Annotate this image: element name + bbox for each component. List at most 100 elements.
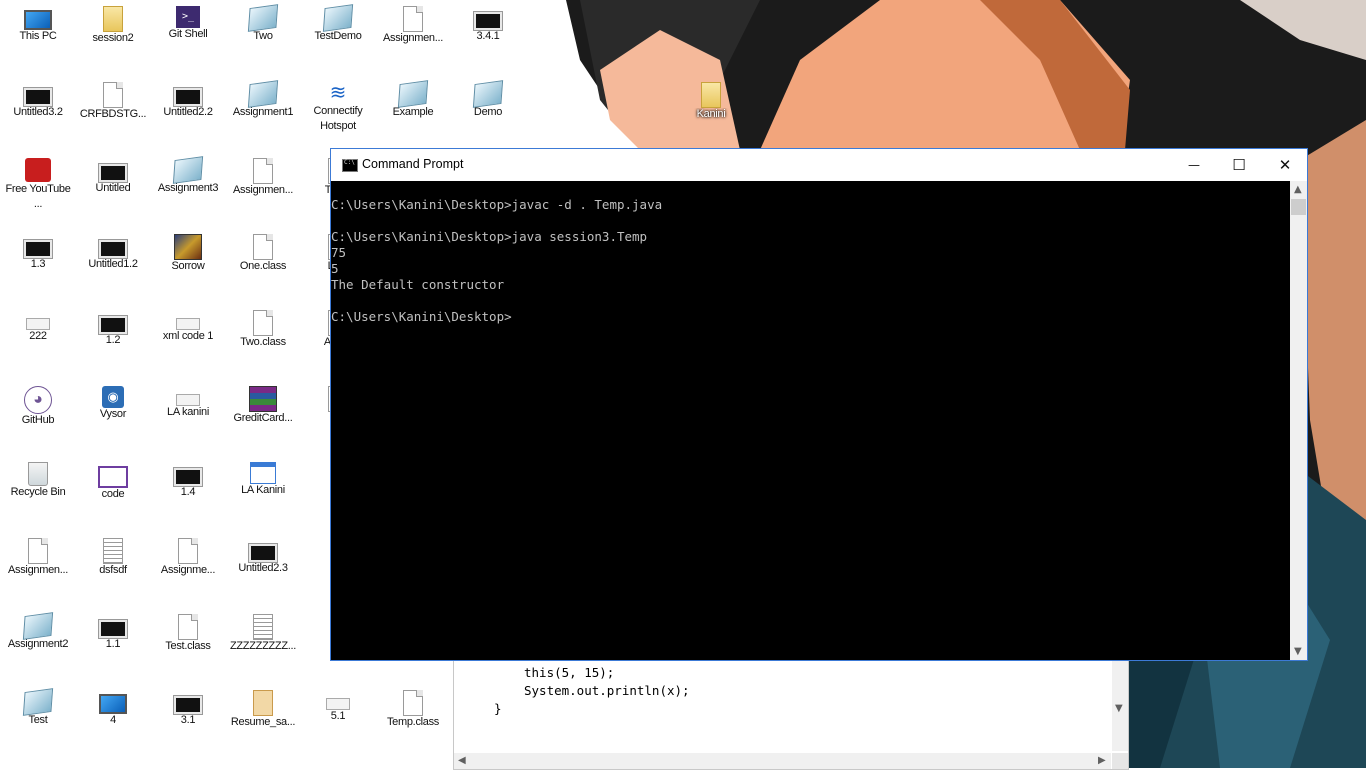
desktop-icon[interactable]: 5.1	[300, 684, 376, 756]
desktop-icon-label: Untitled3.2	[13, 106, 63, 118]
desktop-icon[interactable]: GreditCard...	[225, 380, 301, 452]
desktop-icon[interactable]: Untitled3.2	[0, 76, 76, 148]
minimize-button[interactable]: —	[1171, 149, 1217, 181]
desktop-icon-label: Resume_sa...	[230, 716, 296, 728]
desktop-icon[interactable]: 4	[75, 684, 151, 756]
close-button[interactable]: ✕	[1262, 149, 1308, 181]
desktop-icon-label: 222	[29, 330, 47, 342]
desktop-icon[interactable]: Assignme...	[150, 532, 226, 604]
window-title: Command Prompt	[362, 157, 464, 171]
desktop-icon[interactable]: 222	[0, 304, 76, 376]
desktop-icon[interactable]: One.class	[225, 228, 301, 300]
tv-icon	[25, 158, 51, 182]
desktop-icon[interactable]: Assignmen...	[225, 152, 301, 224]
pdf-icon	[253, 690, 273, 716]
desktop-icon-label: Example	[392, 106, 434, 118]
resize-grip[interactable]	[1112, 753, 1128, 769]
desktop-icon-label: 1.3	[30, 258, 46, 270]
desktop-icon[interactable]: 1.4	[150, 456, 226, 528]
desktop-icon[interactable]: Test	[0, 684, 76, 756]
desktop-icon[interactable]: dsfsdf	[75, 532, 151, 604]
desktop-icon-label: Free YouTube ...	[5, 183, 71, 210]
code-window-icon	[98, 466, 128, 488]
desktop-icon-label: 1.2	[105, 334, 121, 346]
scroll-down-arrow-icon[interactable]: ▼	[1294, 646, 1302, 657]
command-prompt-window[interactable]: Command Prompt — ☐ ✕ C:\Users\Kanini\Des…	[330, 148, 1308, 661]
desktop-icon[interactable]: CRFBDSTG...	[75, 76, 151, 148]
desktop-icon[interactable]: Example	[375, 76, 451, 148]
desktop-icon[interactable]: >_ Git Shell	[150, 0, 226, 72]
vysor-icon: ◉	[102, 386, 124, 408]
wifi-icon: ≋	[329, 82, 347, 104]
desktop-icon[interactable]: LA Kanini	[225, 456, 301, 528]
desktop-icon[interactable]: xml code 1	[150, 304, 226, 376]
desktop-icon[interactable]: 1.2	[75, 304, 151, 376]
scroll-up-arrow-icon[interactable]: ▲	[1294, 184, 1302, 195]
title-bar[interactable]: Command Prompt — ☐ ✕	[331, 149, 1307, 181]
desktop-icon[interactable]: Demo	[450, 76, 526, 148]
executable-icon	[99, 316, 127, 334]
desktop-icon[interactable]: Untitled2.3	[225, 532, 301, 604]
desktop-icon-label: LA kanini	[167, 406, 209, 418]
desktop-icon[interactable]: ◉ Vysor	[75, 380, 151, 452]
desktop-icon[interactable]: 3.1	[150, 684, 226, 756]
desktop-icon[interactable]: Untitled2.2	[150, 76, 226, 148]
desktop-icon[interactable]: Free YouTube ...	[0, 152, 76, 224]
desktop-icon[interactable]: TestDemo	[300, 0, 376, 72]
computer-icon	[99, 694, 127, 714]
desktop-icon-label: Test.class	[165, 640, 211, 652]
console-vertical-scrollbar[interactable]: ▲ ▼	[1290, 181, 1307, 660]
notepad-icon	[397, 80, 429, 108]
desktop-icon[interactable]: ◕ GitHub	[0, 380, 76, 452]
desktop-icon[interactable]: ZZZZZZZZZ...	[225, 608, 301, 680]
desktop-icon[interactable]: Assignment2	[0, 608, 76, 680]
desktop-icon-label: Kanini	[696, 108, 726, 120]
desktop-icon[interactable]: This PC	[0, 0, 76, 72]
desktop-icon-label: ZZZZZZZZZ...	[229, 640, 297, 652]
archive-icon	[249, 386, 277, 412]
executable-icon	[249, 544, 277, 562]
desktop-icon[interactable]: Two.class	[225, 304, 301, 376]
desktop-icon[interactable]: ≋ Connectify Hotspot	[300, 76, 376, 148]
desktop-icon[interactable]: code	[75, 456, 151, 528]
desktop-icon[interactable]: Assignment1	[225, 76, 301, 148]
desktop-icon-label: 3.4.1	[476, 30, 500, 42]
editor-vertical-scrollbar[interactable]: ▼	[1112, 661, 1128, 751]
scroll-right-arrow-icon[interactable]: ▶	[1098, 755, 1106, 766]
scrollbar-thumb[interactable]	[1291, 199, 1306, 215]
editor-window[interactable]: this(5, 15); System.out.println(x);} ▼ ◀ …	[453, 660, 1129, 770]
desktop-icon[interactable]: 1.3	[0, 228, 76, 300]
scroll-left-arrow-icon[interactable]: ◀	[458, 755, 466, 766]
desktop-icon[interactable]: LA kanini	[150, 380, 226, 452]
text-file-icon	[253, 614, 273, 640]
desktop-icon[interactable]: Sorrow	[150, 228, 226, 300]
desktop-icon[interactable]: Kanini	[673, 76, 749, 148]
desktop-icon-label: Assignment1	[232, 106, 294, 118]
desktop-icon[interactable]: Untitled1.2	[75, 228, 151, 300]
document-icon	[253, 158, 273, 184]
maximize-button[interactable]: ☐	[1216, 149, 1262, 181]
desktop-icon-label: session2	[92, 32, 134, 44]
desktop-icon-label: 3.1	[180, 714, 196, 726]
desktop-icon[interactable]: session2	[75, 0, 151, 72]
small-window-icon	[326, 698, 350, 710]
notepad-icon	[22, 688, 54, 716]
notepad-icon	[472, 80, 504, 108]
desktop-icon[interactable]: 3.4.1	[450, 0, 526, 72]
desktop-icon[interactable]: Two	[225, 0, 301, 72]
desktop-icon[interactable]: Assignmen...	[0, 532, 76, 604]
editor-horizontal-scrollbar[interactable]: ◀ ▶	[454, 753, 1111, 769]
recycle-bin-icon	[28, 462, 48, 486]
desktop-icon[interactable]: Assignment3	[150, 152, 226, 224]
scroll-down-arrow-icon[interactable]: ▼	[1115, 703, 1123, 714]
desktop-icon[interactable]: Temp.class	[375, 684, 451, 756]
desktop-icon[interactable]: Untitled	[75, 152, 151, 224]
desktop-icon[interactable]: 1.1	[75, 608, 151, 680]
desktop-icon[interactable]: Assignmen...	[375, 0, 451, 72]
desktop-icon[interactable]: Resume_sa...	[225, 684, 301, 756]
desktop-icon-label: Untitled1.2	[88, 258, 138, 270]
desktop-icon[interactable]: Test.class	[150, 608, 226, 680]
desktop-icon[interactable]: Recycle Bin	[0, 456, 76, 528]
console-output[interactable]: C:\Users\Kanini\Desktop>javac -d . Temp.…	[331, 181, 1291, 660]
